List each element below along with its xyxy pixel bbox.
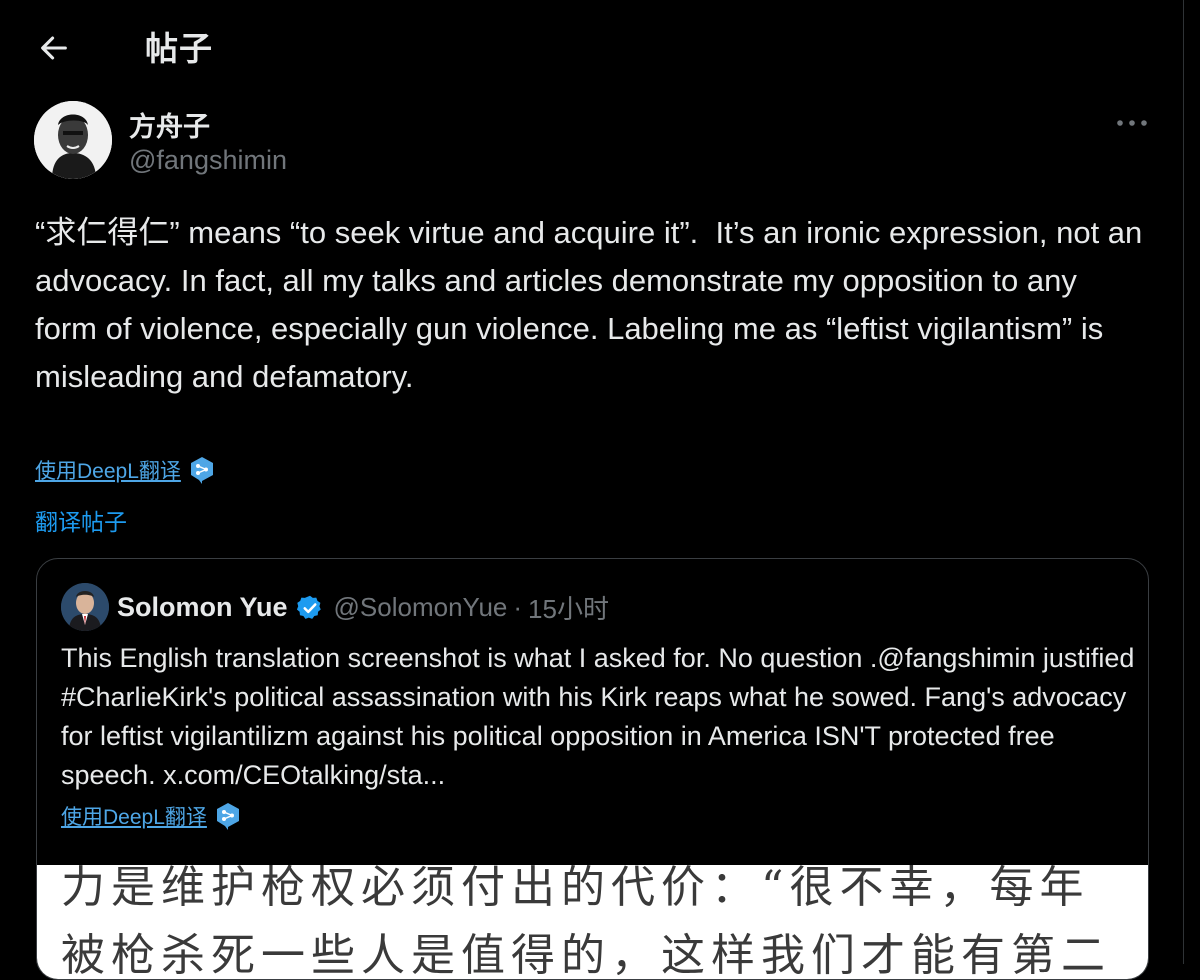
top-bar: 帖子 [0, 0, 1183, 92]
post-text: “求仁得仁” means “to seek virtue and acquire… [35, 215, 1151, 394]
column-border [1183, 0, 1184, 964]
quoted-author-avatar[interactable] [61, 583, 109, 631]
deepl-label: 使用DeepL翻译 [35, 460, 181, 483]
deepl-icon [190, 457, 213, 484]
deepl-icon [216, 803, 239, 830]
quoted-post-card[interactable]: Solomon Yue @SolomonYue · 15小时 This Engl… [36, 558, 1149, 980]
deepl-label: 使用DeepL翻译 [61, 806, 207, 829]
quoted-screenshot-image[interactable]: 力是维护枪权必须付出的代价：“很不幸，每年 被枪杀死一些人是值得的，这样我们才能… [37, 865, 1148, 980]
avatar-portrait [34, 101, 112, 179]
author-name[interactable]: 方舟子 [129, 105, 210, 144]
author-avatar[interactable] [34, 101, 112, 179]
more-horizontal-icon [1117, 120, 1147, 126]
avatar-portrait [61, 583, 109, 631]
verified-badge-icon [296, 594, 324, 622]
arrow-left-icon [41, 36, 67, 60]
quoted-deepl-translate-link[interactable]: 使用DeepL翻译 [61, 801, 241, 831]
page-title: 帖子 [145, 30, 213, 67]
translate-post-link[interactable]: 翻译帖子 [35, 503, 127, 537]
quoted-post-header: Solomon Yue @SolomonYue · 15小时 [117, 589, 609, 626]
quoted-post-time[interactable]: 15小时 [528, 589, 609, 626]
quoted-author-handle[interactable]: @SolomonYue [334, 592, 508, 623]
back-button[interactable] [30, 24, 78, 72]
separator-dot: · [513, 592, 523, 622]
more-options-button[interactable] [1110, 108, 1154, 138]
image-text-line: 被枪杀死一些人是值得的，这样我们才能有第二 [61, 930, 1111, 980]
deepl-translate-link[interactable]: 使用DeepL翻译 [35, 455, 215, 485]
image-text-line: 力是维护枪权必须付出的代价：“很不幸，每年 [61, 865, 1090, 913]
quoted-post-text: This English translation screenshot is w… [61, 643, 1135, 790]
quoted-author-name[interactable]: Solomon Yue [117, 592, 288, 623]
author-handle[interactable]: @fangshimin [129, 145, 287, 176]
